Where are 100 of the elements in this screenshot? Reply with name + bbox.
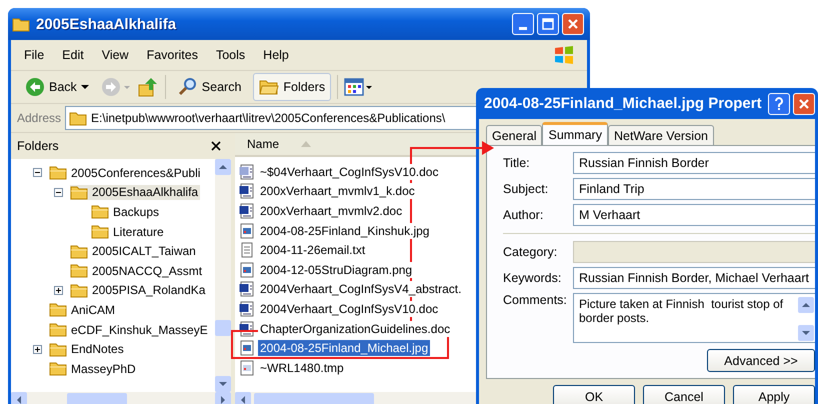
scroll-up-icon[interactable] bbox=[215, 159, 231, 175]
advanced-button[interactable]: Advanced >> bbox=[707, 349, 815, 372]
field-label: Comments: bbox=[503, 293, 568, 307]
expander-icon[interactable] bbox=[54, 188, 63, 197]
search-button[interactable]: Search bbox=[172, 73, 248, 101]
folders-button[interactable]: Folders bbox=[253, 73, 332, 101]
folder-tree-item[interactable]: Backups bbox=[91, 204, 162, 220]
menu-item[interactable]: Help bbox=[254, 48, 298, 62]
dialog-button[interactable]: Cancel bbox=[643, 385, 725, 404]
listing-entry[interactable]: 2004-12-05StruDiagram.png bbox=[258, 262, 414, 278]
window-title: 2005EshaaAlkhalifa bbox=[36, 16, 178, 32]
folder-tree-item[interactable]: 2005EshaaAlkhalifa bbox=[70, 184, 200, 200]
maximize-button[interactable] bbox=[537, 13, 559, 35]
dialog-button[interactable]: Apply bbox=[733, 385, 815, 404]
listing-entry[interactable]: 2004-08-25Finland_Kinshuk.jpg bbox=[258, 222, 432, 239]
minimize-button[interactable] bbox=[512, 13, 534, 35]
windows-logo-icon bbox=[553, 45, 575, 65]
folder-icon bbox=[70, 282, 88, 298]
scrollbar[interactable] bbox=[215, 159, 231, 392]
folder-tree-item[interactable]: EndNotes bbox=[49, 342, 126, 357]
image-file-icon bbox=[239, 262, 255, 278]
scroll-down-icon[interactable] bbox=[215, 376, 231, 392]
maximize-icon bbox=[542, 18, 554, 30]
text-file-icon bbox=[239, 242, 255, 258]
menu-item[interactable]: Tools bbox=[206, 48, 254, 62]
menu-item[interactable]: File bbox=[15, 48, 54, 62]
input-field[interactable]: Finland Trip bbox=[573, 178, 815, 200]
views-icon[interactable] bbox=[344, 77, 374, 97]
folder-tree-item[interactable]: 2005NACCQ_Assmt bbox=[70, 263, 204, 278]
input-field[interactable]: M Verhaart bbox=[573, 204, 815, 226]
scroll-right-icon[interactable] bbox=[215, 392, 231, 404]
field-label: Title: bbox=[503, 156, 531, 170]
folder-icon bbox=[49, 342, 67, 357]
folder-tree-item[interactable]: MasseyPhD bbox=[49, 361, 138, 376]
listing-entry[interactable]: 200xVerhaart_mvmlv1_k.doc bbox=[258, 183, 417, 200]
text-area[interactable]: Picture taken at Finnish tourist stop of border posts. bbox=[573, 293, 815, 343]
scroll-thumb[interactable] bbox=[215, 320, 231, 336]
menu-item[interactable]: Favorites bbox=[138, 48, 207, 62]
close-icon bbox=[567, 18, 579, 30]
folder-tree-item[interactable]: 2005ICALT_Taiwan bbox=[70, 244, 198, 259]
image-file-icon bbox=[239, 360, 255, 376]
question-mark-icon bbox=[773, 96, 785, 110]
input-field[interactable]: Russian Finnish Border, Michael Verhaart bbox=[573, 267, 815, 289]
tab[interactable]: General bbox=[486, 125, 542, 145]
field-label: Subject: bbox=[503, 182, 550, 196]
address-label: Address bbox=[17, 111, 62, 125]
folder-icon bbox=[70, 263, 88, 278]
listing-entry[interactable]: 2004-08-25Finland_Michael.jpg bbox=[258, 340, 430, 356]
back-button[interactable]: Back bbox=[19, 73, 95, 101]
scroll-thumb[interactable] bbox=[67, 393, 127, 404]
field-label: Category: bbox=[503, 245, 558, 259]
up-folder-icon[interactable] bbox=[136, 76, 159, 98]
listing-entry[interactable]: ~$04Verhaart_CogInfSysV10.doc bbox=[258, 164, 440, 180]
listing-entry[interactable]: 2004Verhaart_CogInfSysV4_abstract. bbox=[258, 281, 464, 298]
folder-icon bbox=[91, 224, 109, 240]
menu-item[interactable]: Edit bbox=[53, 48, 93, 62]
document-icon bbox=[239, 164, 255, 180]
image-file-icon bbox=[239, 340, 255, 356]
close-button[interactable] bbox=[793, 92, 815, 114]
folder-tree-item[interactable]: AniCAM bbox=[49, 302, 118, 318]
folder-tree-item[interactable]: 2005PISA_RolandKa bbox=[70, 282, 208, 298]
search-icon bbox=[178, 77, 198, 97]
sort-arrow-icon bbox=[301, 141, 312, 147]
folder-icon bbox=[91, 204, 109, 220]
expander-icon[interactable] bbox=[33, 344, 42, 354]
expander-icon[interactable] bbox=[54, 286, 63, 295]
scroll-left-icon[interactable] bbox=[235, 392, 251, 404]
tab[interactable]: NetWare Version bbox=[608, 125, 714, 145]
folder-icon bbox=[12, 16, 30, 32]
menu-item[interactable]: View bbox=[92, 48, 138, 62]
folder-icon bbox=[70, 244, 88, 259]
help-button[interactable] bbox=[768, 92, 790, 114]
scroll-thumb[interactable] bbox=[254, 393, 374, 404]
folder-tree-item[interactable]: eCDF_Kinshuk_MasseyE bbox=[49, 322, 210, 338]
expander-icon[interactable] bbox=[33, 168, 42, 178]
scroll-down-icon[interactable] bbox=[798, 325, 814, 341]
folder-tree-item[interactable]: Literature bbox=[91, 224, 166, 240]
close-icon bbox=[798, 98, 810, 110]
folder-icon bbox=[49, 361, 67, 376]
document-icon bbox=[239, 281, 255, 298]
image-file-icon bbox=[239, 222, 255, 239]
folder-tree-item[interactable]: 2005Conferences&Publi bbox=[49, 165, 202, 180]
close-button[interactable] bbox=[562, 13, 584, 35]
close-icon[interactable] bbox=[211, 141, 221, 151]
listing-entry[interactable]: ChapterOrganizationGuidelines.doc bbox=[258, 320, 452, 337]
dialog-button[interactable]: OK bbox=[553, 385, 635, 404]
column-header[interactable]: Name bbox=[247, 137, 280, 151]
folder-icon bbox=[70, 184, 88, 200]
document-icon bbox=[239, 202, 255, 219]
tab[interactable]: Summary bbox=[542, 122, 608, 145]
scroll-up-icon[interactable] bbox=[798, 297, 814, 313]
scroll-left-icon[interactable] bbox=[11, 392, 27, 404]
folder-icon bbox=[49, 165, 67, 180]
document-icon bbox=[239, 300, 255, 317]
input-field[interactable]: Russian Finnish Border bbox=[573, 152, 815, 174]
caret-icon bbox=[80, 84, 89, 90]
folder-icon bbox=[49, 302, 67, 318]
listing-entry[interactable]: 2004Verhaart_CogInfSysV10.doc bbox=[258, 300, 440, 317]
scrollbar[interactable] bbox=[11, 392, 231, 404]
minimize-icon bbox=[519, 26, 527, 30]
